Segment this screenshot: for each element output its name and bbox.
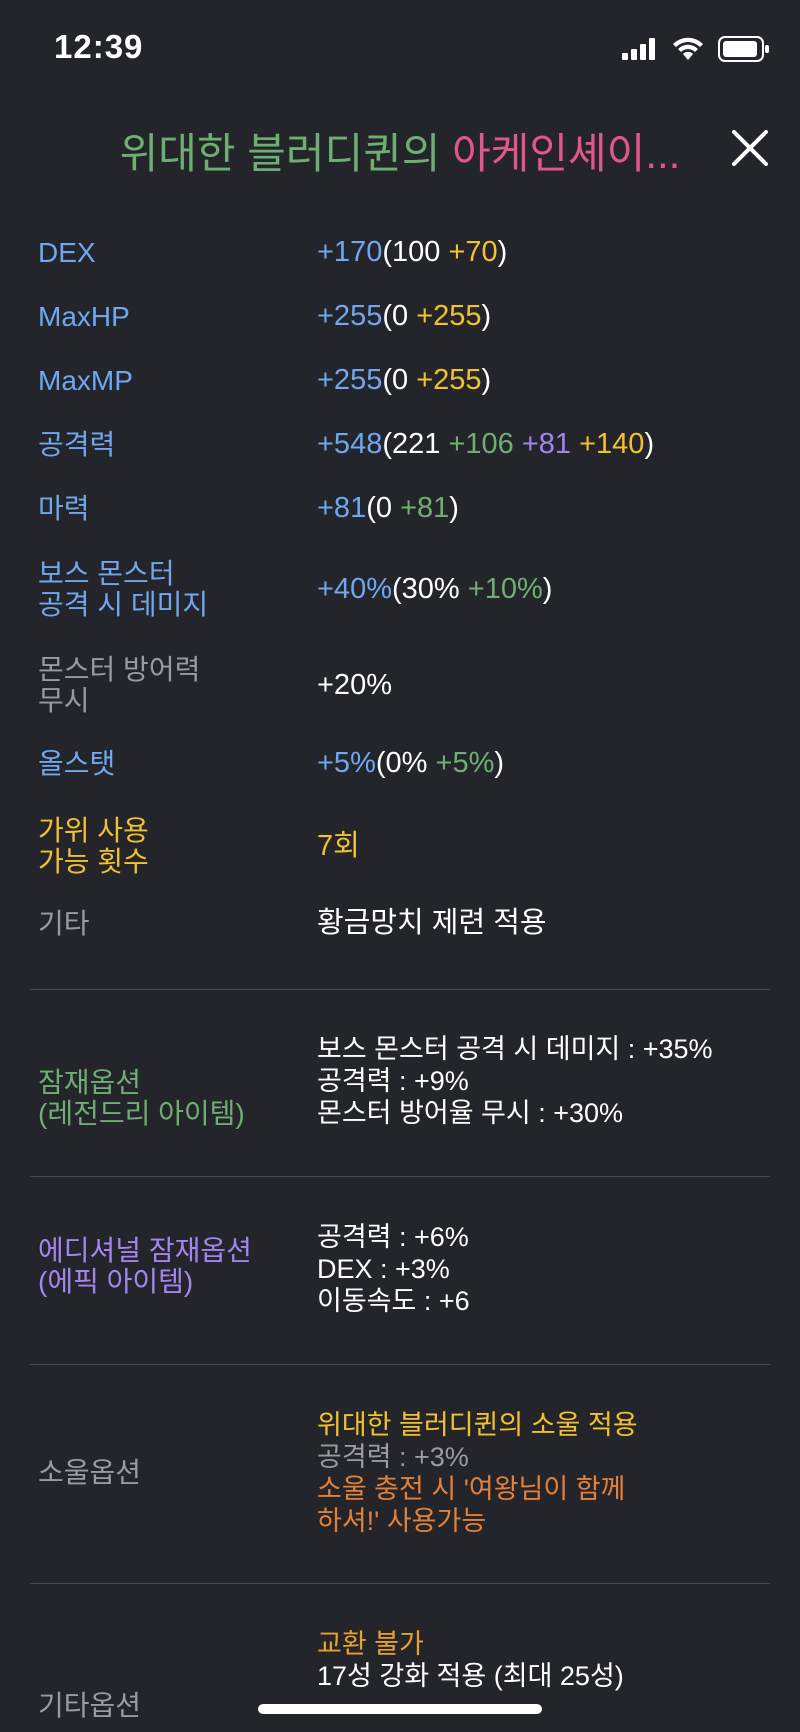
potential-lines: 보스 몬스터 공격 시 데미지 : +35% 공격력 : +9% 몬스터 방어율… <box>317 1033 713 1129</box>
additional-potential-lines: 공격력 : +6% DEX : +3% 이동속도 : +6 <box>317 1221 470 1317</box>
potential-line: 공격력 : +9% <box>317 1066 469 1096</box>
home-indicator[interactable] <box>258 1704 542 1714</box>
stat-label: 기타 <box>38 908 90 939</box>
starforce-status: 17성 강화 적용 (최대 25성) <box>317 1661 624 1691</box>
stat-label: 공격력 <box>38 429 116 460</box>
item-title: 위대한 블러디퀸의 아케인셰이... <box>0 120 800 181</box>
stat-label: DEX <box>38 237 96 268</box>
stat-label: 가위 사용 가능 횟수 <box>38 815 149 877</box>
potential-line: 몬스터 방어율 무시 : +30% <box>317 1098 624 1128</box>
status-bar: 12:39 <box>0 0 800 100</box>
divider <box>30 1583 770 1584</box>
stat-value: +20% <box>317 669 392 701</box>
stat-value: 7회 <box>317 830 360 862</box>
divider <box>30 989 770 990</box>
additional-potential-label: 에디셔널 잠재옵션 (에픽 아이템) <box>38 1235 252 1297</box>
stat-label: 올스탯 <box>38 748 116 779</box>
stat-value: +255(0 +255) <box>317 364 492 396</box>
item-detail-content[interactable]: DEX +170(100 +70) MaxHP +255(0 +255) Max… <box>0 185 800 1732</box>
stat-value: +40%(30% +10%) <box>317 573 553 605</box>
stat-value: +255(0 +255) <box>317 300 492 332</box>
status-icons <box>622 36 770 62</box>
status-time: 12:39 <box>54 28 144 65</box>
battery-icon <box>718 36 769 62</box>
stat-label: 마력 <box>38 493 90 524</box>
other-options-label: 기타옵션 <box>38 1690 142 1721</box>
wifi-icon <box>673 37 703 60</box>
other-options-lines: 교환 불가 17성 강화 적용 (최대 25성) <box>317 1628 624 1692</box>
potential-line: 보스 몬스터 공격 시 데미지 : +35% <box>317 1034 713 1064</box>
stat-value: +81(0 +81) <box>317 492 459 524</box>
stat-value: +170(100 +70) <box>317 236 508 268</box>
item-title-weapon: 아케인셰이... <box>452 130 681 177</box>
stat-label: MaxHP <box>38 301 130 332</box>
soul-label: 소울옵션 <box>38 1457 142 1488</box>
item-title-name: 위대한 블러디퀸의 <box>119 130 453 177</box>
potential-label: 잠재옵션 (레전드리 아이템) <box>38 1067 245 1129</box>
cellular-signal-icon <box>622 38 655 60</box>
divider <box>30 1176 770 1177</box>
trade-status: 교환 불가 <box>317 1629 424 1659</box>
stat-value: 황금망치 제련 적용 <box>317 907 547 939</box>
stat-value: +5%(0% +5%) <box>317 747 505 779</box>
additional-potential-line: 이동속도 : +6 <box>317 1286 470 1316</box>
soul-skill: 소울 충전 시 '여왕님이 함께 <box>317 1474 626 1504</box>
additional-potential-line: DEX : +3% <box>317 1254 450 1284</box>
stat-label: 보스 몬스터 공격 시 데미지 <box>38 558 209 620</box>
stat-label: MaxMP <box>38 365 133 396</box>
header: 위대한 블러디퀸의 아케인셰이... <box>0 100 800 195</box>
soul-lines: 위대한 블러디퀸의 소울 적용 공격력 : +3% 소울 충전 시 '여왕님이 … <box>317 1409 638 1537</box>
additional-potential-line: 공격력 : +6% <box>317 1222 469 1252</box>
close-icon[interactable] <box>730 128 770 168</box>
soul-skill-cont: 하셔!' 사용가능 <box>317 1506 487 1536</box>
stat-value: +548(221 +106 +81 +140) <box>317 428 655 460</box>
soul-stat: 공격력 : +3% <box>317 1442 469 1472</box>
stat-label: 몬스터 방어력 무시 <box>38 654 201 716</box>
divider <box>30 1364 770 1365</box>
soul-name: 위대한 블러디퀸의 소울 적용 <box>317 1410 638 1440</box>
